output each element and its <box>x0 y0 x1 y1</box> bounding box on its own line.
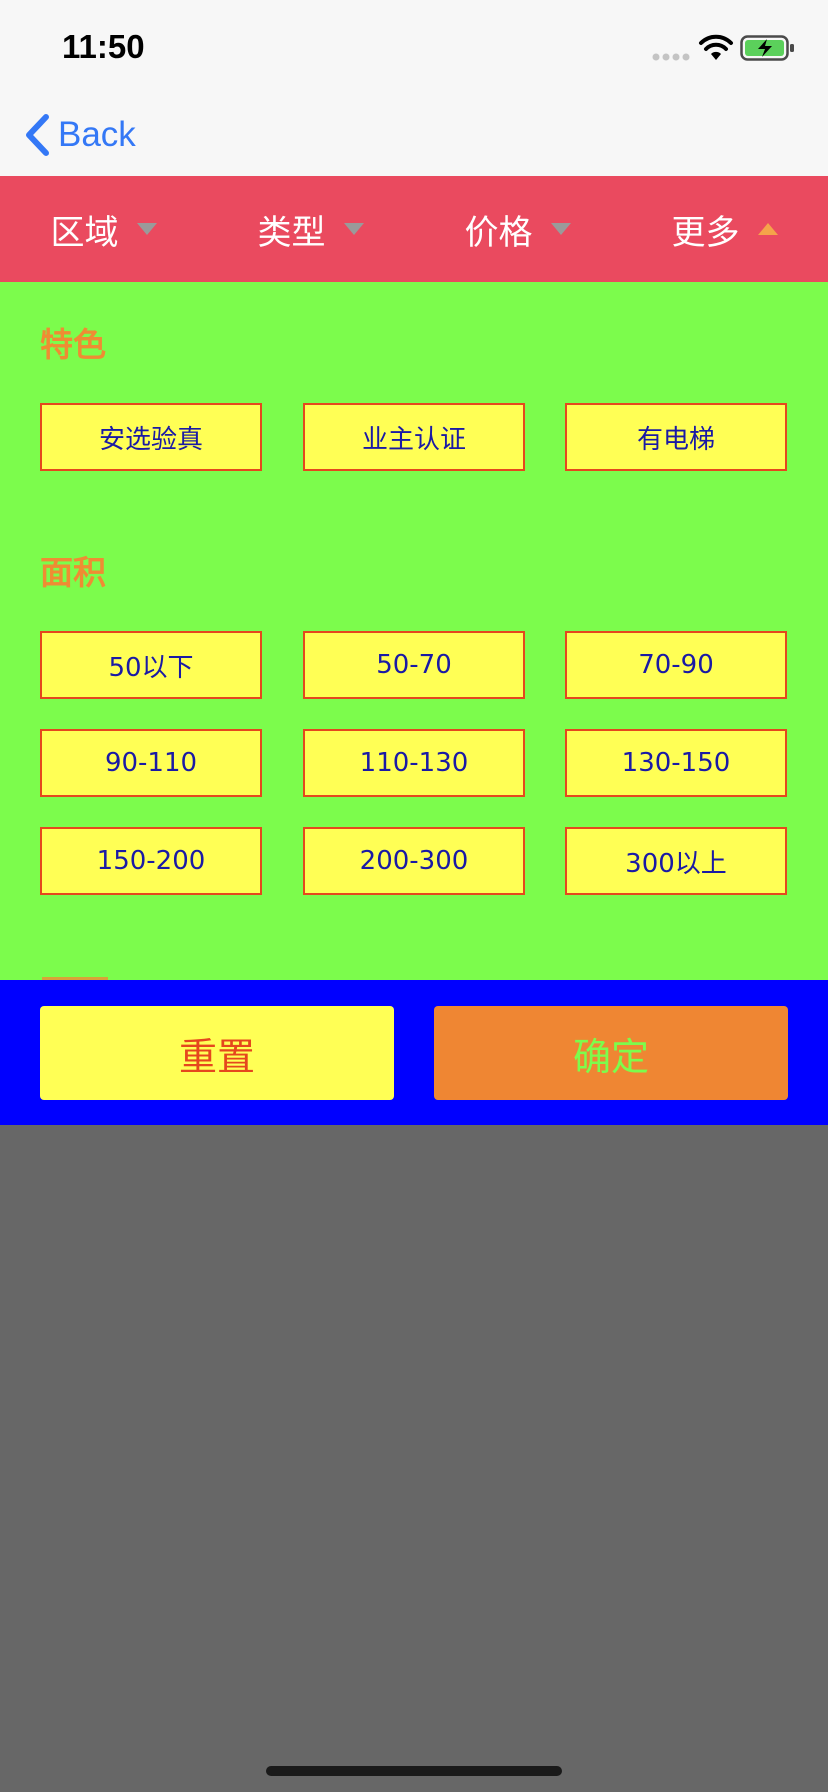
status-time: 11:50 <box>62 28 145 65</box>
option-chip[interactable]: 200-300 <box>303 827 525 895</box>
tab-label: 类型 <box>257 212 326 253</box>
home-indicator <box>266 1766 562 1776</box>
option-label: 150-200 <box>96 846 206 876</box>
tab-type[interactable]: 类型 <box>207 176 414 282</box>
option-label: 业主认证 <box>361 424 466 455</box>
option-label: 安选验真 <box>98 424 203 455</box>
triangle-down-icon <box>136 223 157 235</box>
tab-price[interactable]: 价格 <box>414 176 621 282</box>
option-label: 有电梯 <box>636 424 715 455</box>
section-title-features: 特色 <box>40 325 106 364</box>
filter-tab-bar: 区域 类型 价格 更多 <box>0 176 828 282</box>
tab-label: 区域 <box>50 212 119 253</box>
option-chip[interactable]: 110-130 <box>303 729 525 797</box>
wifi-icon <box>699 34 733 60</box>
status-bar: 11:50 <box>0 0 828 90</box>
option-label: 50以下 <box>108 652 194 683</box>
tab-label: 价格 <box>464 212 533 253</box>
option-label: 130-150 <box>621 748 731 778</box>
option-chip[interactable]: 50以下 <box>40 631 262 699</box>
tab-more[interactable]: 更多 <box>621 176 828 282</box>
signal-icon <box>652 53 690 61</box>
option-chip[interactable]: 70-90 <box>565 631 787 699</box>
battery-charging-icon <box>740 35 794 61</box>
back-button[interactable]: Back <box>22 110 136 160</box>
chevron-left-icon <box>26 114 49 156</box>
option-chip[interactable]: 业主认证 <box>303 403 525 471</box>
reset-button[interactable]: 重置 <box>40 1006 394 1100</box>
option-chip[interactable]: 130-150 <box>565 729 787 797</box>
confirm-button[interactable]: 确定 <box>434 1006 788 1100</box>
triangle-down-icon <box>550 223 571 235</box>
triangle-down-icon <box>343 223 364 235</box>
option-chip[interactable]: 50-70 <box>303 631 525 699</box>
option-chip[interactable]: 有电梯 <box>565 403 787 471</box>
option-label: 50-70 <box>376 650 452 680</box>
dim-overlay[interactable] <box>0 1125 828 1792</box>
filter-panel[interactable]: 特色 安选验真 业主认证 有电梯 面积 50以下 50-70 70-90 90-… <box>0 282 828 980</box>
option-label: 90-110 <box>104 748 198 778</box>
triangle-up-icon <box>757 223 778 235</box>
tab-region[interactable]: 区域 <box>0 176 207 282</box>
back-label: Back <box>58 115 136 154</box>
option-chip[interactable]: 150-200 <box>40 827 262 895</box>
action-bar: 重置 确定 <box>0 980 828 1125</box>
navigation-bar: Back <box>0 90 828 176</box>
tab-label: 更多 <box>671 212 740 253</box>
option-chip[interactable]: 90-110 <box>40 729 262 797</box>
option-label: 110-130 <box>359 748 469 778</box>
section-title-area: 面积 <box>40 553 106 592</box>
option-label: 200-300 <box>359 846 469 876</box>
option-label: 70-90 <box>638 650 714 680</box>
option-chip[interactable]: 安选验真 <box>40 403 262 471</box>
option-chip[interactable]: 300以上 <box>565 827 787 895</box>
option-label: 300以上 <box>625 848 727 879</box>
